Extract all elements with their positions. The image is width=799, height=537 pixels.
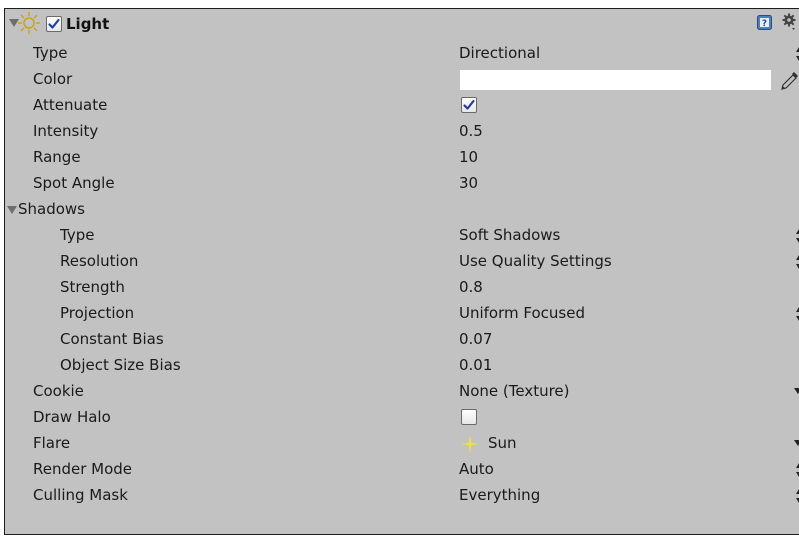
- strength-label: Strength: [60, 278, 125, 296]
- property-row-cookie: Cookie None (Texture): [5, 379, 799, 405]
- component-title: Light: [66, 15, 110, 33]
- property-row-flare: Flare Sun: [5, 431, 799, 457]
- shadow-type-dropdown[interactable]: Soft Shadows: [459, 226, 560, 244]
- object-size-bias-label: Object Size Bias: [60, 356, 181, 374]
- property-row-draw-halo: Draw Halo: [5, 405, 799, 431]
- property-row-resolution: Resolution Use Quality Settings: [5, 249, 799, 275]
- flare-object-field[interactable]: Sun: [488, 434, 517, 452]
- property-row-spot-angle: Spot Angle 30: [5, 171, 799, 197]
- cookie-label: Cookie: [33, 382, 84, 400]
- spot-angle-label: Spot Angle: [33, 174, 115, 192]
- intensity-field[interactable]: 0.5: [459, 122, 483, 140]
- property-row-range: Range 10: [5, 145, 799, 171]
- property-row-attenuate: Attenuate: [5, 93, 799, 119]
- draw-halo-checkbox[interactable]: [461, 409, 477, 425]
- svg-text:?: ?: [762, 19, 767, 29]
- property-row-shadow-type: Type Soft Shadows: [5, 223, 799, 249]
- flare-picker-arrow-icon[interactable]: [794, 440, 799, 446]
- gear-icon[interactable]: [781, 13, 797, 31]
- property-row-strength: Strength 0.8: [5, 275, 799, 301]
- intensity-label: Intensity: [33, 122, 99, 140]
- range-field[interactable]: 10: [459, 148, 478, 166]
- constant-bias-label: Constant Bias: [60, 330, 164, 348]
- property-row-object-size-bias: Object Size Bias 0.01: [5, 353, 799, 379]
- property-row-constant-bias: Constant Bias 0.07: [5, 327, 799, 353]
- property-row-color: Color: [5, 67, 799, 93]
- attenuate-label: Attenuate: [33, 96, 108, 114]
- shadows-foldout-arrow-icon[interactable]: [7, 206, 17, 214]
- component-enabled-checkbox[interactable]: [46, 16, 62, 32]
- help-icon[interactable]: ?: [757, 15, 772, 30]
- flare-label: Flare: [33, 434, 71, 452]
- property-row-type: Type Directional: [5, 41, 799, 67]
- constant-bias-field[interactable]: 0.07: [459, 330, 492, 348]
- shadow-type-label: Type: [60, 226, 95, 244]
- cookie-picker-arrow-icon[interactable]: [794, 388, 799, 394]
- property-row-intensity: Intensity 0.5: [5, 119, 799, 145]
- eyedropper-icon[interactable]: [779, 68, 799, 92]
- shadows-foldout[interactable]: Shadows: [5, 197, 799, 223]
- flare-sparkle-icon: [461, 435, 479, 453]
- property-row-render-mode: Render Mode Auto: [5, 457, 799, 483]
- sun-icon: [17, 11, 41, 35]
- color-label: Color: [33, 70, 73, 88]
- resolution-dropdown[interactable]: Use Quality Settings: [459, 252, 612, 270]
- type-label: Type: [33, 44, 68, 62]
- projection-dropdown[interactable]: Uniform Focused: [459, 304, 585, 322]
- strength-field[interactable]: 0.8: [459, 278, 483, 296]
- attenuate-checkbox[interactable]: [461, 97, 477, 113]
- culling-mask-label: Culling Mask: [33, 486, 128, 504]
- component-header[interactable]: Light ?: [5, 9, 799, 39]
- property-row-projection: Projection Uniform Focused: [5, 301, 799, 327]
- resolution-label: Resolution: [60, 252, 139, 270]
- culling-mask-dropdown[interactable]: Everything: [459, 486, 540, 504]
- type-dropdown[interactable]: Directional: [459, 44, 540, 62]
- draw-halo-label: Draw Halo: [33, 408, 111, 426]
- color-swatch[interactable]: [460, 70, 771, 90]
- projection-label: Projection: [60, 304, 135, 322]
- object-size-bias-field[interactable]: 0.01: [459, 356, 492, 374]
- light-inspector-panel: Light ? Type Directional Color Attenuate…: [4, 8, 799, 535]
- cookie-object-field[interactable]: None (Texture): [459, 382, 570, 400]
- spot-angle-field[interactable]: 30: [459, 174, 478, 192]
- range-label: Range: [33, 148, 81, 166]
- render-mode-dropdown[interactable]: Auto: [459, 460, 494, 478]
- render-mode-label: Render Mode: [33, 460, 133, 478]
- property-row-culling-mask: Culling Mask Everything: [5, 483, 799, 509]
- shadows-label: Shadows: [18, 200, 86, 218]
